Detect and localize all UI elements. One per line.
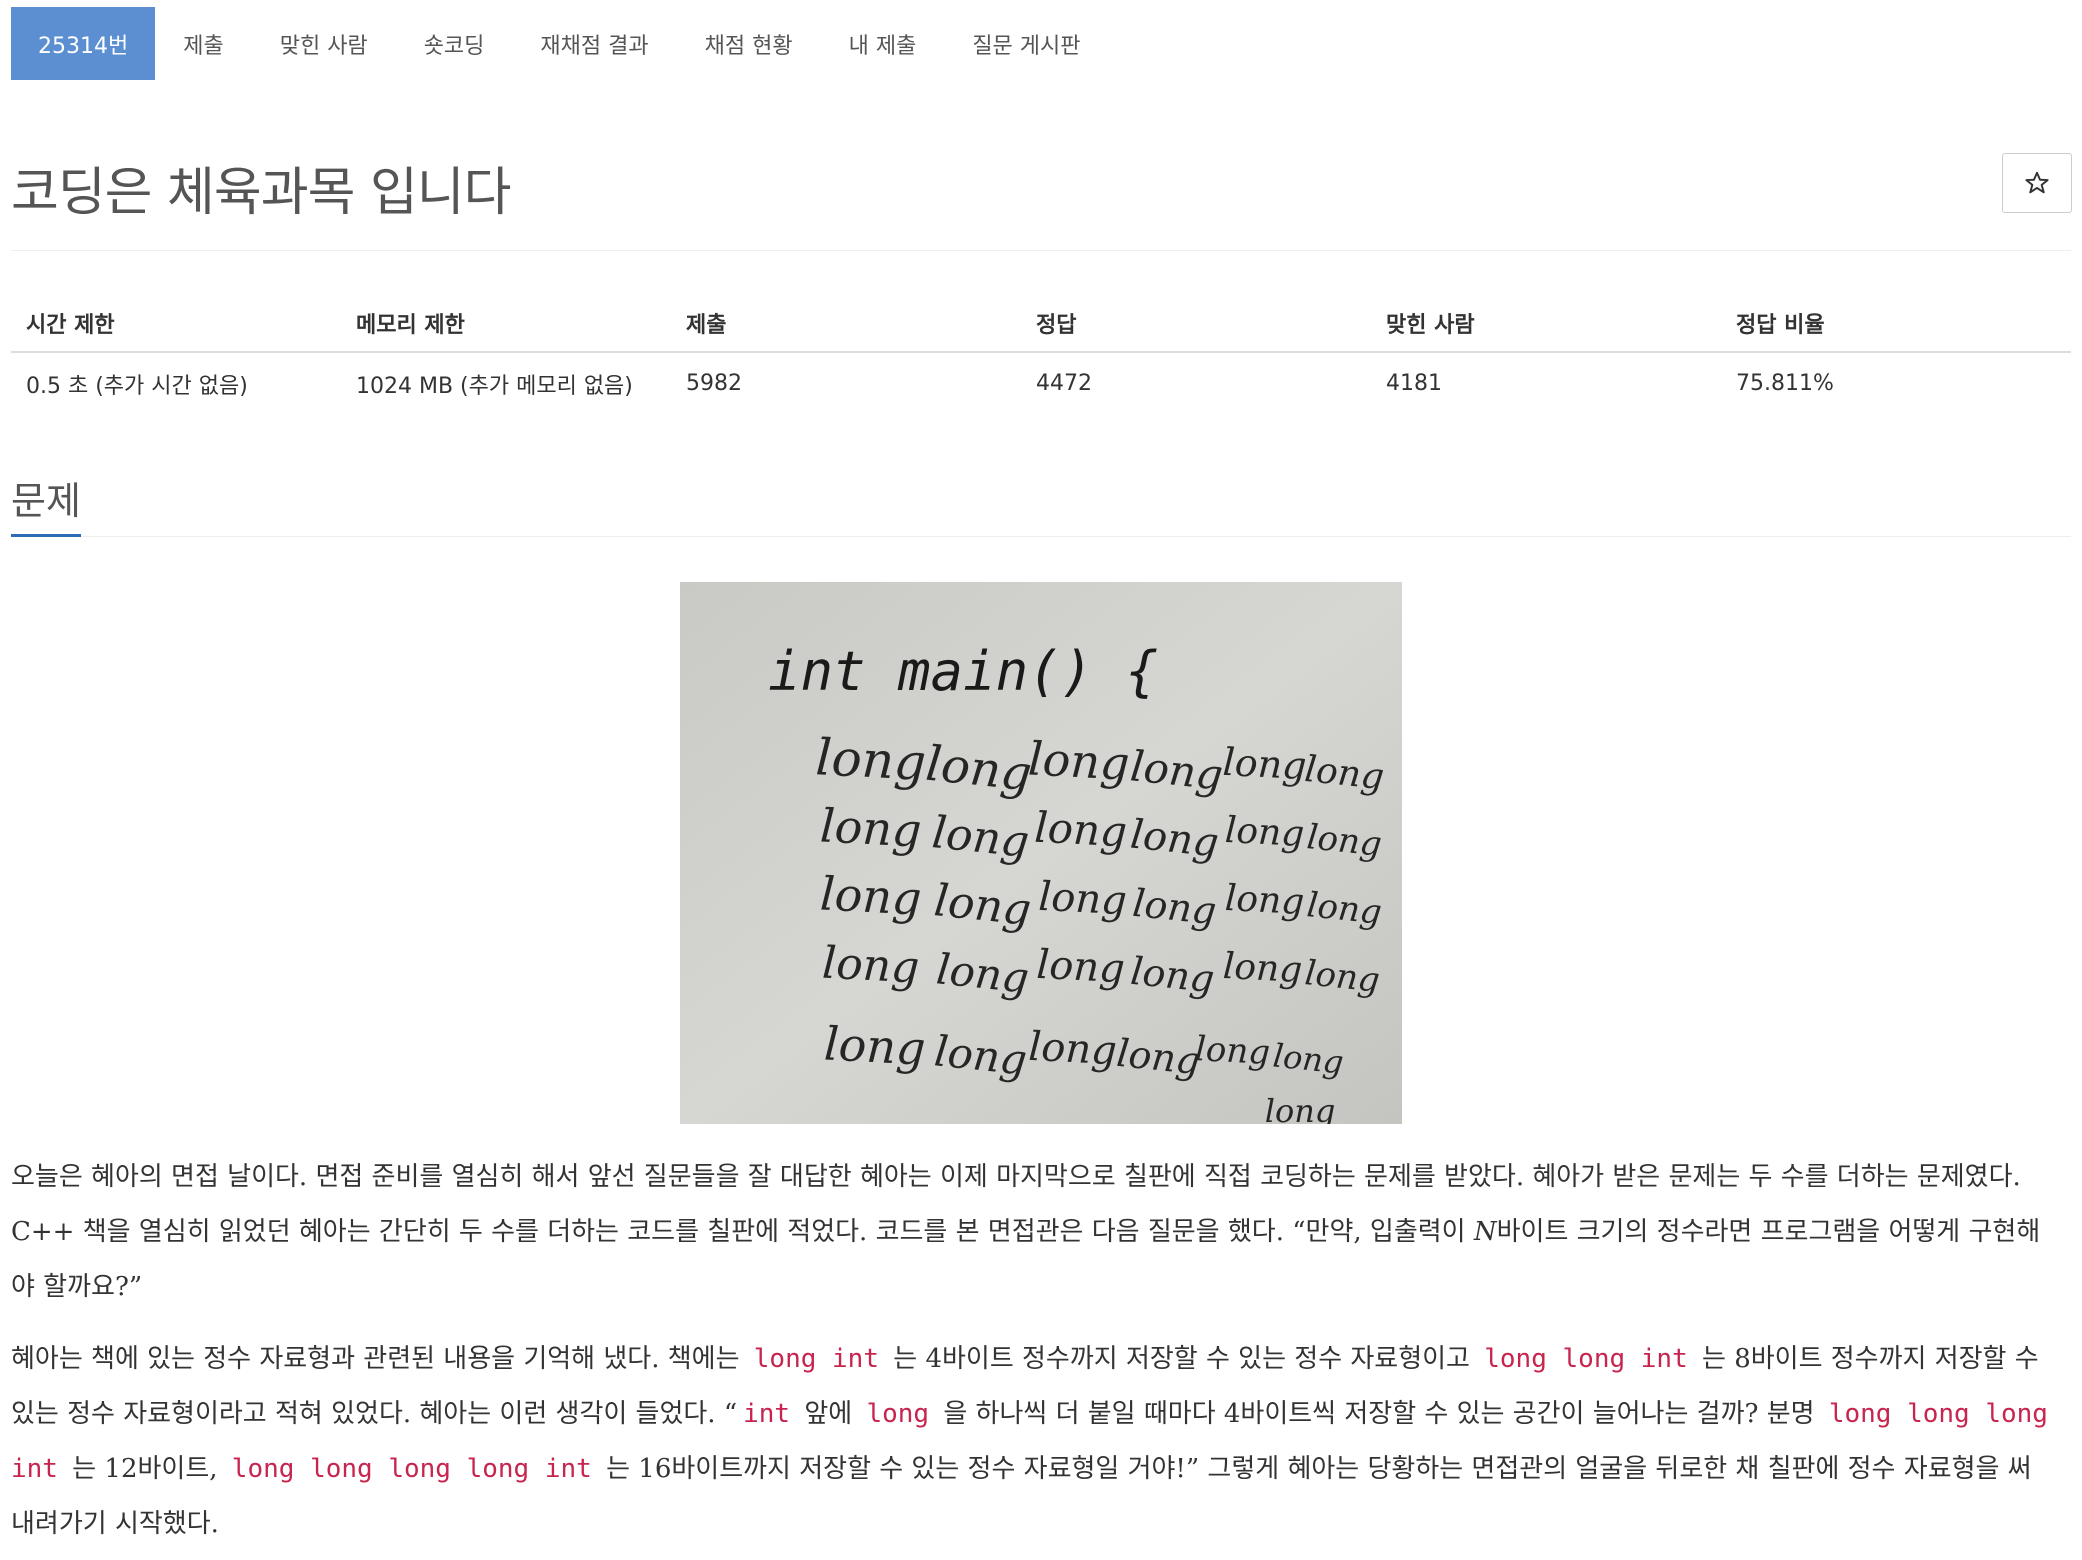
board-word-long: long: [1027, 731, 1131, 790]
code-long-long-int: long long int: [1484, 1344, 1688, 1374]
whiteboard-photo: int main() { long long long long long long lon…: [680, 582, 1402, 1124]
value-accept-ratio: 75.811%: [1736, 371, 1834, 396]
star-outline-icon: [2025, 171, 2049, 194]
board-word-long: long: [1027, 1024, 1118, 1075]
p2-text-2: 는 4바이트 정수까지 저장할 수 있는 정수 자료형이고: [885, 1344, 1479, 1374]
section-divider: [11, 536, 2071, 537]
value-time-limit: 0.5 초 (추가 시간 없음): [26, 373, 248, 399]
board-word-long: long: [819, 866, 923, 925]
code-int: int: [743, 1399, 791, 1429]
board-word-long: long: [1129, 949, 1217, 1002]
header-solved-users: 맞힌 사람: [1371, 295, 1721, 353]
board-word-long: long: [1224, 878, 1305, 923]
board-word-long: long: [1194, 1029, 1271, 1073]
header-accept-ratio: 정답 비율: [1721, 295, 2071, 353]
favorite-button[interactable]: [2002, 153, 2072, 213]
value-accepted: 4472: [1036, 371, 1092, 396]
tab-problem-number[interactable]: 25314번: [11, 7, 156, 80]
board-word-long: long: [823, 1016, 927, 1075]
board-word-long: long: [1222, 946, 1303, 991]
tab-my-submissions[interactable]: 내 제출: [821, 7, 945, 80]
header-accepted: 정답: [1021, 295, 1371, 353]
whiteboard-drawing: int main() { longlonglonglonglonglonglon…: [680, 582, 1402, 1124]
code-long-long-long-long-int: long long long long int: [231, 1454, 592, 1484]
board-word-long: long: [814, 728, 927, 792]
board-word-long: long: [1305, 885, 1384, 933]
table-header-row: 시간 제한 메모리 제한 제출 정답 맞힌 사람 정답 비율: [11, 295, 2071, 353]
tab-rejudge-results[interactable]: 재채점 결과: [512, 7, 676, 80]
board-word-long: long: [1131, 881, 1219, 934]
board-word-long: long: [1305, 817, 1384, 865]
board-word-long: long: [1115, 1031, 1203, 1084]
value-submissions: 5982: [686, 371, 742, 396]
problem-nav-tabs: 25314번 제출 맞힌 사람 숏코딩 재채점 결과 채점 현황 내 제출 질문…: [11, 7, 1109, 80]
header-memory-limit: 메모리 제한: [341, 295, 671, 353]
p2-text-5: 을 하나씩 더 붙일 때마다 4바이트씩 저장할 수 있는 공간이 늘어나는 걸…: [935, 1399, 1823, 1429]
board-word-long: long: [1128, 812, 1221, 867]
p2-text-4: 앞에: [796, 1399, 861, 1429]
tab-short-coding[interactable]: 숏코딩: [396, 7, 513, 80]
board-word-long: long: [1128, 741, 1225, 799]
p2-text-1: 혜아는 책에 있는 정수 자료형과 관련된 내용을 기억해 냈다. 책에는: [11, 1344, 748, 1374]
table-row: 0.5 초 (추가 시간 없음) 1024 MB (추가 메모리 없음) 598…: [11, 352, 2071, 414]
board-word-long: long: [923, 736, 1034, 803]
tab-submit[interactable]: 제출: [155, 7, 251, 80]
problem-paragraph-2: 혜아는 책에 있는 정수 자료형과 관련된 내용을 기억해 냈다. 책에는 lo…: [11, 1332, 2059, 1552]
section-heading-problem: 문제: [11, 479, 81, 523]
code-long-int: long int: [753, 1344, 879, 1374]
problem-paragraph-1: 오늘은 혜아의 면접 날이다. 면접 준비를 열심히 해서 앞선 질문들을 잘 …: [11, 1150, 2059, 1315]
board-word-long: long: [1265, 1092, 1336, 1124]
board-word-long: long: [1222, 740, 1308, 788]
board-word-long: long: [1224, 810, 1305, 855]
board-word-long: long: [1271, 1036, 1345, 1081]
p2-text-6: 는 12바이트,: [63, 1454, 226, 1484]
board-word-long: long: [819, 798, 923, 857]
board-word-long: long: [821, 938, 921, 994]
board-word-long: long: [1303, 749, 1386, 798]
header-time-limit: 시간 제한: [11, 295, 341, 353]
title-divider: [11, 250, 2071, 251]
tab-question-board[interactable]: 질문 게시판: [944, 7, 1108, 80]
problem-info-table: 시간 제한 메모리 제한 제출 정답 맞힌 사람 정답 비율 0.5 초 (추가…: [11, 295, 2071, 414]
value-memory-limit: 1024 MB (추가 메모리 없음): [356, 373, 633, 399]
page-title: 코딩은 체육과목 입니다: [11, 163, 511, 223]
header-submissions: 제출: [671, 295, 1021, 353]
code-long: long: [866, 1399, 930, 1429]
board-word-long: long: [1037, 874, 1128, 925]
math-n: N: [1473, 1217, 1497, 1247]
board-word-long: long: [930, 807, 1032, 868]
board-word-long: long: [1303, 953, 1382, 1001]
board-word-long: long: [1035, 942, 1126, 993]
section-underline: [11, 534, 81, 537]
board-word-long: long: [932, 1026, 1029, 1084]
board-word-long: long: [934, 944, 1031, 1002]
value-solved-users: 4181: [1386, 371, 1442, 396]
board-header-text: int main() {: [768, 640, 1158, 703]
board-word-long: long: [932, 875, 1034, 936]
board-word-long: long: [1033, 803, 1128, 857]
tab-solved-users[interactable]: 맞힌 사람: [252, 7, 396, 80]
tab-judge-status[interactable]: 채점 현황: [677, 7, 821, 80]
